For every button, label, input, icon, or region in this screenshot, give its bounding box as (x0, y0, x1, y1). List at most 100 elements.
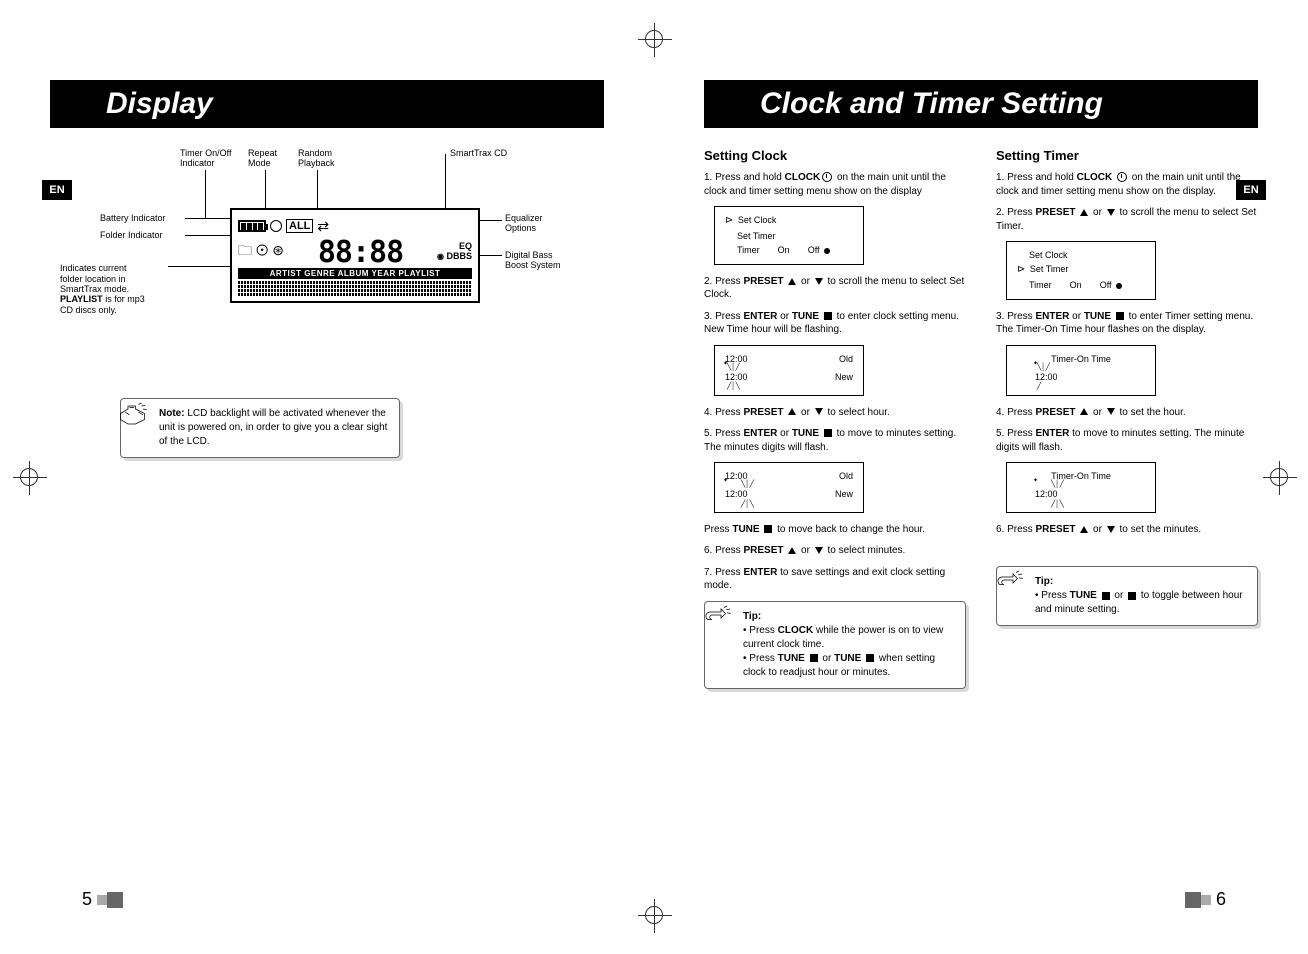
up-icon (788, 547, 796, 554)
label-playlist-note: Indicates current folder location in Sma… (60, 253, 190, 315)
clock-menu-box: ⊳ Set Clock Set Timer TimerOnOff (714, 206, 864, 265)
down-icon (815, 278, 823, 285)
clock-display-box-2: 12:00Old ╲│╱12:00╱│╲New (714, 462, 864, 513)
timer-step4: 4. Press PRESET or to set the hour. (996, 406, 1258, 420)
clock-step2: 2. Press PRESET or to scroll the menu to… (704, 275, 966, 302)
clock-tip-box: Tip: • Press CLOCK while the power is on… (704, 601, 966, 689)
lcd-panel: ALL ⇄ 🗀 ⊙ ⊛ 88:88 EQ ◉ DBBS ARTIST GENRE… (230, 208, 480, 303)
clock-step-back: Press TUNE to move back to change the ho… (704, 523, 966, 537)
down-icon (815, 408, 823, 415)
page-left: Display EN Timer On/Off Indicator Repeat… (0, 0, 654, 954)
timer-menu-box: Set Clock ⊳ Set Timer TimerOnOff (1006, 241, 1156, 300)
label-folder-indicator: Folder Indicator (100, 230, 163, 240)
timer-step5: 5. Press ENTER to move to minutes settin… (996, 427, 1258, 454)
stop-icon (866, 654, 874, 662)
up-icon (788, 278, 796, 285)
heading-setting-timer: Setting Timer (996, 148, 1258, 163)
eq-label: EQ (459, 241, 472, 251)
playlist-bold: PLAYLIST (60, 294, 103, 304)
col-setting-timer: Setting Timer 1. Press and hold CLOCK on… (996, 148, 1258, 689)
label-repeat-mode: Repeat Mode (248, 148, 277, 169)
down-icon (815, 547, 823, 554)
clock-step5: 5. Press ENTER or TUNE to move to minute… (704, 427, 966, 454)
eq-dbbs-label: EQ ◉ DBBS (437, 242, 472, 262)
page-number-left: 5 (82, 889, 123, 910)
clock-step6: 6. Press PRESET or to select minutes. (704, 544, 966, 558)
clock-step7: 7. Press ENTER to save settings and exit… (704, 566, 966, 593)
label-battery-indicator: Battery Indicator (100, 213, 166, 223)
flashing-time: ╲│╱12:00╱│╲ (725, 366, 748, 388)
down-icon (1107, 408, 1115, 415)
stop-icon (1116, 312, 1124, 320)
dot-icon (824, 248, 830, 254)
label-equalizer-options: Equalizer Options (505, 213, 543, 234)
timer-display-box-2: Timer-On Time ╲│╱12:00╱│╲ (1006, 462, 1156, 513)
clock-display-box-1: 12:00Old ╲│╱12:00╱│╲New (714, 345, 864, 396)
pointer-icon: ⊳ (725, 215, 733, 226)
col-setting-clock: Setting Clock 1. Press and hold CLOCK on… (704, 148, 966, 689)
stop-icon (1128, 592, 1136, 600)
flashing-time: ╲│╱12:00╱│╲ (725, 483, 748, 505)
timer-tip-box: Tip: • Press TUNE or to toggle between h… (996, 566, 1258, 626)
shuffle-icon: ⇄ (317, 218, 327, 235)
clock-icon (270, 220, 282, 232)
page-number-value: 6 (1216, 889, 1226, 909)
label-digital-bass: Digital Bass Boost System (505, 250, 561, 271)
down-icon (1107, 526, 1115, 533)
language-badge: EN (1236, 180, 1266, 200)
label-random-playback: Random Playback (298, 148, 335, 169)
clock-icon (1117, 172, 1127, 182)
down-icon (1107, 209, 1115, 216)
page-right: Clock and Timer Setting EN Setting Clock… (654, 0, 1308, 954)
lcd-diagram: Timer On/Off Indicator Repeat Mode Rando… (60, 148, 594, 398)
dot-icon (1116, 283, 1122, 289)
clock-step4: 4. Press PRESET or to select hour. (704, 406, 966, 420)
timer-step2: 2. Press PRESET or to scroll the menu to… (996, 206, 1258, 233)
up-icon (788, 408, 796, 415)
left-content: Timer On/Off Indicator Repeat Mode Rando… (50, 148, 604, 458)
text-area-bars (238, 281, 472, 296)
playlist-note-text: Indicates current folder location in Sma… (60, 263, 129, 294)
repeat-icon: ALL (286, 219, 313, 233)
right-columns: Setting Clock 1. Press and hold CLOCK on… (704, 148, 1258, 689)
clock-step1: 1. Press and hold CLOCK on the main unit… (704, 171, 966, 198)
note-title: Note: (159, 408, 185, 419)
note-box: Note: LCD backlight will be activated wh… (120, 398, 400, 458)
heading-setting-clock: Setting Clock (704, 148, 966, 163)
cd-icon: ◉ (437, 252, 444, 261)
stop-icon (824, 429, 832, 437)
note-body: LCD backlight will be activated whenever… (159, 408, 387, 447)
timer-display-box-1: Timer-On Time ╲│╱12:00╱ (1006, 345, 1156, 396)
dbbs-label: DBBS (446, 251, 472, 261)
stop-icon (764, 525, 772, 533)
flashing-time: ╲│╱12:00╱│╲ (1035, 483, 1058, 505)
up-icon (1080, 526, 1088, 533)
battery-icon (238, 220, 266, 232)
pointer-icon: ⊳ (1017, 264, 1025, 275)
timer-step3: 3. Press ENTER or TUNE to enter Timer se… (996, 310, 1258, 337)
timer-step1: 1. Press and hold CLOCK on the main unit… (996, 171, 1258, 198)
tip-hand-icon (703, 604, 733, 632)
tip-title: Tip: (1035, 576, 1053, 587)
label-timer-indicator: Timer On/Off Indicator (180, 148, 232, 169)
tip-title: Tip: (743, 611, 761, 622)
stop-icon (824, 312, 832, 320)
header-bar-left: Display (50, 80, 604, 128)
folder-icon: 🗀 ⊙ ⊛ (238, 240, 284, 264)
label-smarttrax-cd: SmartTrax CD (450, 148, 507, 158)
page-title-display: Display (50, 87, 213, 121)
page-title-clock-timer: Clock and Timer Setting (704, 87, 1103, 121)
page-number-right: 6 (1185, 889, 1226, 910)
up-icon (1080, 209, 1088, 216)
timer-step6: 6. Press PRESET or to set the minutes. (996, 523, 1258, 537)
flashing-time: ╲│╱12:00╱ (1035, 366, 1058, 388)
up-icon (1080, 408, 1088, 415)
stop-icon (810, 654, 818, 662)
clock-step3: 3. Press ENTER or TUNE to enter clock se… (704, 310, 966, 337)
page-number-value: 5 (82, 889, 92, 909)
stop-icon (1102, 592, 1110, 600)
tip-hand-icon (995, 569, 1025, 597)
segment-display: 88:88 (318, 235, 403, 270)
note-hand-icon (119, 401, 149, 429)
track-strip: ARTIST GENRE ALBUM YEAR PLAYLIST (238, 268, 472, 279)
